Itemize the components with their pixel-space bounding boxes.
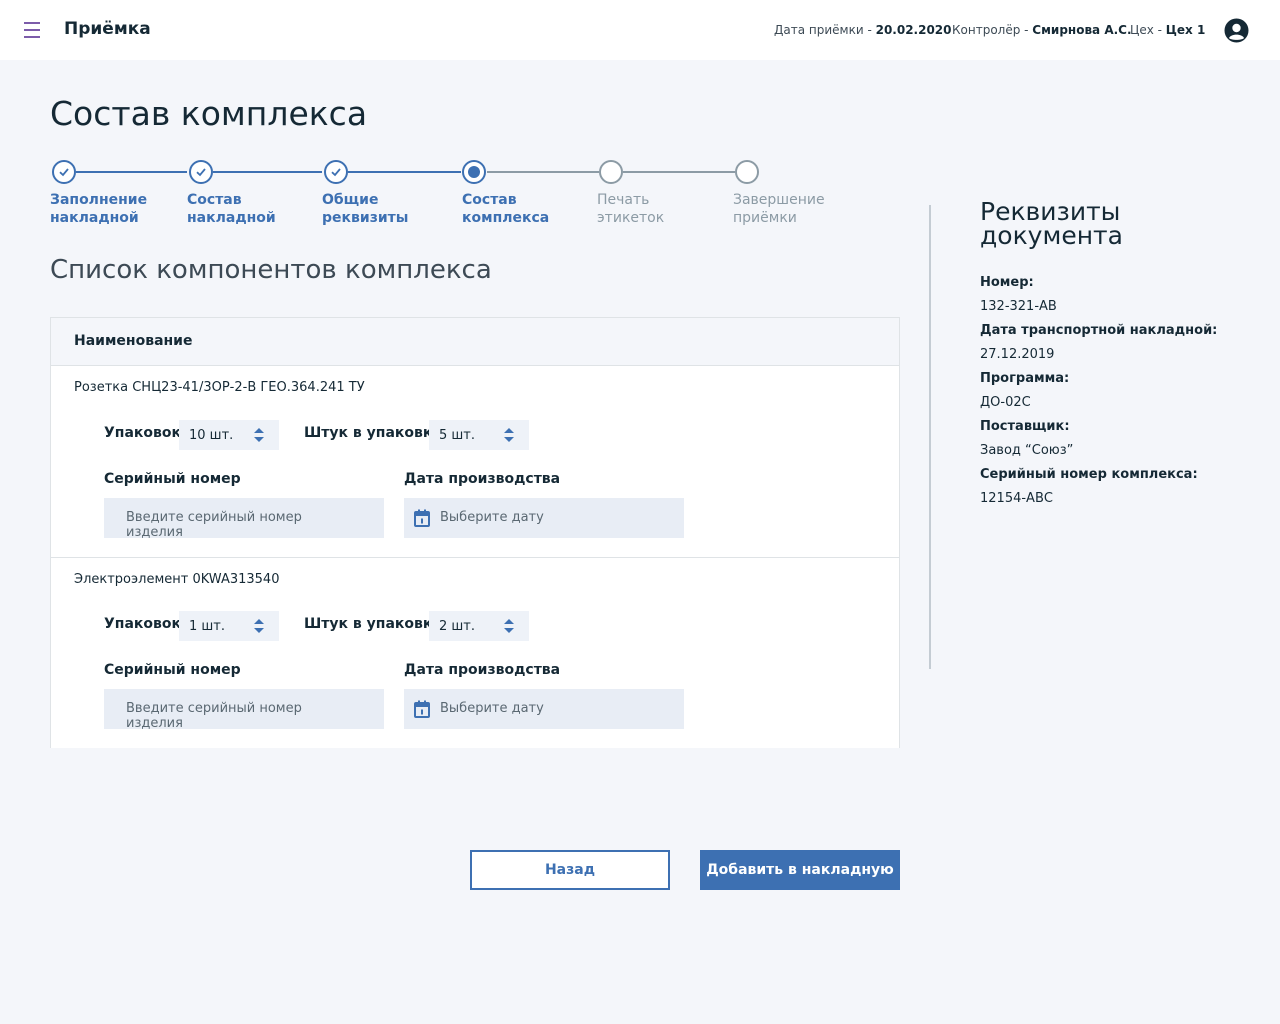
packs-value: 10 шт. — [189, 428, 234, 443]
serial-label: Серийный номер — [104, 662, 241, 678]
step-6-label-line2: приёмки — [733, 210, 797, 226]
details-title: Реквизиты документа — [980, 197, 1123, 250]
step-connector — [623, 171, 735, 173]
packs-stepper[interactable]: 1 шт. — [179, 611, 279, 641]
step-1-label-line2: накладной — [50, 210, 139, 226]
step-3-checkmark-icon[interactable] — [324, 160, 348, 184]
components-table: Наименование Розетка СНЦ23-41/3ОР-2-В ГЕ… — [50, 317, 900, 748]
top-header: Приёмка Дата приёмки - 20.02.2020 Контро… — [0, 0, 1280, 60]
detail-value: 27.12.2019 — [980, 347, 1055, 362]
detail-label: Серийный номер комплекса: — [980, 467, 1198, 482]
step-5-label-line2: этикеток — [597, 210, 665, 226]
detail-value: 12154-АВС — [980, 491, 1053, 506]
calendar-icon[interactable] — [414, 509, 430, 527]
step-2-label-line2: накладной — [187, 210, 276, 226]
production-date-picker[interactable]: Выберите дату — [404, 689, 684, 729]
step-5-label: Печать этикеток — [597, 191, 707, 227]
vertical-divider — [929, 205, 931, 669]
section-title: Список компонентов комплекса — [50, 255, 492, 285]
detail-label: Программа: — [980, 371, 1070, 386]
progress-stepper: Заполнение накладной Состав накладной Общи… — [50, 158, 850, 238]
serial-number-input[interactable]: Введите серийный номер изделия — [104, 498, 384, 540]
shop-value: Цех 1 — [1165, 23, 1206, 37]
serial-label: Серийный номер — [104, 471, 241, 487]
packs-stepper[interactable]: 10 шт. — [179, 420, 279, 450]
production-date-label: Дата производства — [404, 662, 561, 678]
packs-label: Упаковок — [104, 616, 182, 632]
packs-label: Упаковок — [104, 425, 182, 441]
step-4-label-line1: Состав — [462, 192, 517, 208]
app-title: Приёмка — [64, 19, 151, 39]
detail-label: Номер: — [980, 275, 1034, 290]
per-pack-label: Штук в упаковке — [304, 616, 442, 632]
step-5-label-line1: Печать — [597, 192, 650, 208]
calendar-icon[interactable] — [414, 700, 430, 718]
table-header-name: Наименование — [51, 318, 899, 366]
table-row: Электроэлемент 0KWA313540 Упаковок 1 шт.… — [51, 558, 899, 750]
step-4-label-line2: комплекса — [462, 210, 550, 226]
controller-label: Контролёр - — [952, 23, 1033, 37]
page-title: Состав комплекса — [50, 94, 368, 133]
step-3-label-line1: Общие — [322, 192, 379, 208]
user-avatar-icon[interactable] — [1224, 18, 1249, 43]
step-1-label[interactable]: Заполнение накладной — [50, 191, 160, 227]
serial-number-input[interactable]: Введите серийный номер изделия — [104, 689, 384, 731]
component-name: Розетка СНЦ23-41/3ОР-2-В ГЕО.364.241 ТУ — [74, 380, 365, 395]
sort-arrows-icon[interactable] — [253, 427, 265, 443]
document-details: Номер: 132-321-АВ Дата транспортной накл… — [980, 274, 1260, 514]
step-connector — [348, 171, 461, 173]
menu-icon[interactable] — [24, 22, 40, 38]
shop-label: Цех - — [1130, 23, 1166, 37]
controller-value: Смирнова А.С. — [1032, 23, 1132, 37]
detail-value: 132-321-АВ — [980, 299, 1057, 314]
serial-number-placeholder: Введите серийный номер изделия — [126, 701, 302, 731]
per-pack-stepper[interactable]: 2 шт. — [429, 611, 529, 641]
per-pack-label: Штук в упаковке — [304, 425, 442, 441]
controller: Контролёр - Смирнова А.С. — [952, 23, 1132, 37]
acceptance-date-value: 20.02.2020 — [875, 23, 952, 37]
packs-value: 1 шт. — [189, 619, 226, 634]
step-3-label-line2: реквизиты — [322, 210, 409, 226]
step-4-label[interactable]: Состав комплекса — [462, 191, 572, 227]
production-date-picker[interactable]: Выберите дату — [404, 498, 684, 538]
component-name: Электроэлемент 0KWA313540 — [74, 572, 280, 587]
serial-number-placeholder: Введите серийный номер изделия — [126, 510, 302, 540]
detail-value: Завод “Союз” — [980, 443, 1074, 458]
date-placeholder: Выберите дату — [440, 510, 544, 525]
sort-arrows-icon[interactable] — [503, 427, 515, 443]
table-row: Розетка СНЦ23-41/3ОР-2-В ГЕО.364.241 ТУ … — [51, 366, 899, 558]
step-2-label-line1: Состав — [187, 192, 242, 208]
sort-arrows-icon[interactable] — [503, 618, 515, 634]
step-6-label: Завершение приёмки — [733, 191, 843, 227]
step-2-label[interactable]: Состав накладной — [187, 191, 297, 227]
acceptance-date-label: Дата приёмки - — [774, 23, 876, 37]
acceptance-date: Дата приёмки - 20.02.2020 — [774, 23, 952, 37]
step-1-checkmark-icon[interactable] — [52, 160, 76, 184]
add-to-invoice-button[interactable]: Добавить в накладную — [700, 850, 900, 890]
back-button[interactable]: Назад — [470, 850, 670, 890]
step-connector — [213, 171, 322, 173]
step-6-pending-icon — [735, 160, 759, 184]
shop: Цех - Цех 1 — [1130, 23, 1205, 37]
step-connector — [76, 171, 187, 173]
per-pack-value: 5 шт. — [439, 428, 476, 443]
step-4-current-icon[interactable] — [462, 160, 486, 184]
step-connector — [487, 171, 599, 173]
per-pack-stepper[interactable]: 5 шт. — [429, 420, 529, 450]
step-5-pending-icon — [599, 160, 623, 184]
step-3-label[interactable]: Общие реквизиты — [322, 191, 432, 227]
sort-arrows-icon[interactable] — [253, 618, 265, 634]
date-placeholder: Выберите дату — [440, 701, 544, 716]
detail-value: ДО-02С — [980, 395, 1031, 410]
step-1-label-line1: Заполнение — [50, 192, 148, 208]
step-6-label-line1: Завершение — [733, 192, 825, 208]
step-2-checkmark-icon[interactable] — [189, 160, 213, 184]
detail-label: Поставщик: — [980, 419, 1070, 434]
detail-label: Дата транспортной накладной: — [980, 323, 1218, 338]
production-date-label: Дата производства — [404, 471, 561, 487]
per-pack-value: 2 шт. — [439, 619, 476, 634]
